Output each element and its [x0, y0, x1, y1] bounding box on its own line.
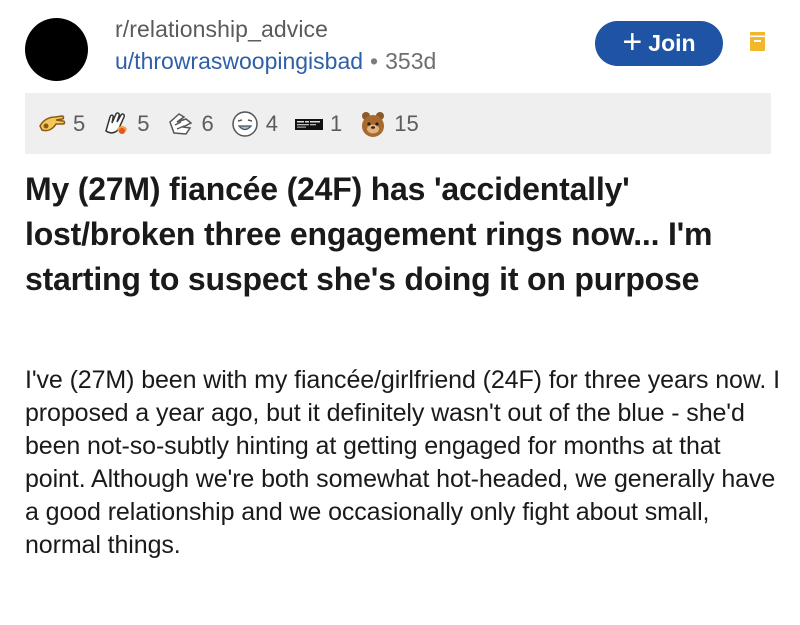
award-hug[interactable]: 6 [166, 109, 214, 139]
hug-icon [168, 112, 192, 135]
post-header: r/relationship_advice u/throwraswoopingi… [25, 14, 785, 84]
join-button[interactable]: + Join [595, 21, 723, 66]
subreddit-avatar[interactable] [25, 18, 88, 81]
bear-icon [362, 111, 385, 137]
meta-separator: • [370, 48, 379, 74]
award-bear[interactable]: 15 [358, 109, 419, 139]
wholesome-hands-icon [105, 111, 128, 134]
post-age: 353d [385, 48, 437, 74]
subreddit-name[interactable]: r/relationship_advice [115, 14, 436, 44]
award-card[interactable]: 1 [294, 109, 342, 139]
award-laughing[interactable]: 4 [230, 109, 278, 139]
post-title[interactable]: My (27M) fiancée (24F) has 'accidentally… [25, 167, 780, 302]
helpful-hand-icon [39, 114, 66, 131]
author-line: u/throwraswoopingisbad • 353d [115, 44, 436, 78]
awards-bar[interactable]: 5 5 6 4 1 15 [25, 93, 771, 154]
award-count: 1 [330, 110, 343, 136]
join-label: Join [648, 30, 696, 56]
award-count: 5 [73, 110, 86, 136]
award-helpful[interactable]: 5 [37, 109, 85, 139]
save-icon[interactable] [750, 32, 765, 51]
award-wholesome[interactable]: 5 [101, 109, 150, 139]
award-count: 6 [201, 110, 214, 136]
post-body: I've (27M) been with my fiancée/girlfrie… [25, 366, 780, 559]
black-card-icon [295, 118, 323, 130]
post-meta: r/relationship_advice u/throwraswoopingi… [115, 14, 436, 78]
plus-icon: + [622, 23, 643, 61]
laughing-face-icon [232, 110, 258, 137]
award-count: 15 [394, 110, 419, 136]
author-username[interactable]: u/throwraswoopingisbad [115, 48, 363, 74]
award-count: 4 [265, 110, 278, 136]
award-count: 5 [137, 110, 150, 136]
